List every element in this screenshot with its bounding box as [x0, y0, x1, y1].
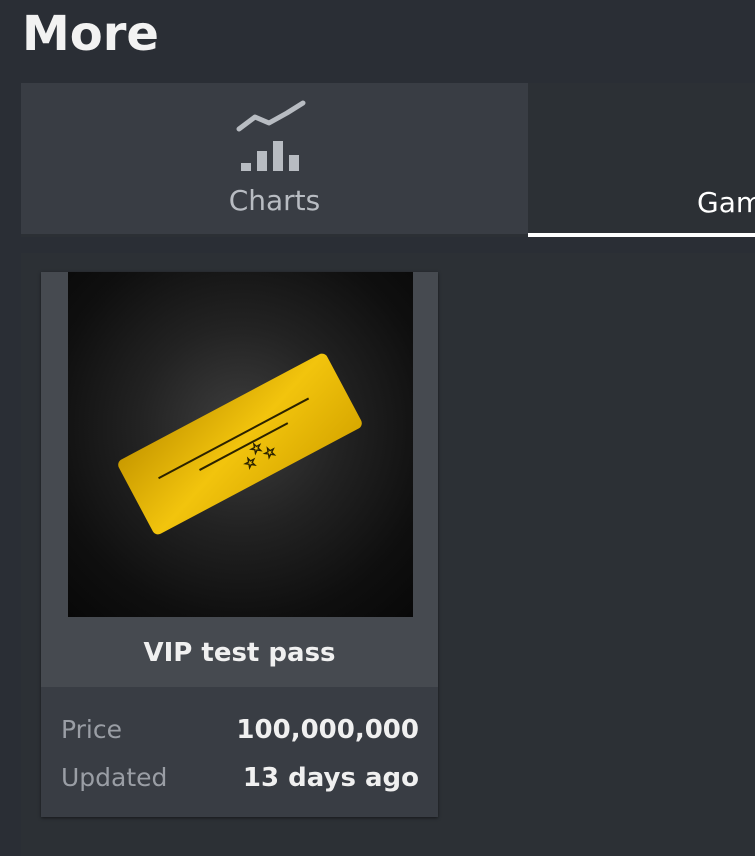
ticket-icon: ☆ ☆ ☆ [118, 353, 362, 535]
price-value: 100,000,000 [236, 715, 419, 745]
content-area: ☆ ☆ ☆ VIP test pass Price 100,000,000 Up… [21, 253, 755, 856]
gamepad-icon [743, 99, 755, 179]
updated-label: Updated [61, 763, 168, 792]
price-row: Price 100,000,000 [61, 710, 419, 750]
tab-charts-label: Charts [228, 184, 321, 217]
tab-selected-underline [528, 233, 755, 237]
tab-charts[interactable]: Charts [21, 83, 528, 234]
tab-games-label: Gam [697, 186, 755, 219]
tab-bar: Charts Gam [21, 83, 755, 237]
page: More Charts Gam ☆ ☆ ☆ VIP test pass Pric… [0, 0, 755, 856]
price-label: Price [61, 715, 122, 744]
page-title: More [22, 6, 159, 62]
item-stats: Price 100,000,000 Updated 13 days ago [41, 687, 438, 817]
updated-row: Updated 13 days ago [61, 758, 419, 798]
updated-value: 13 days ago [242, 763, 419, 793]
item-name: VIP test pass [143, 638, 336, 668]
chart-icon [236, 100, 305, 171]
tab-games[interactable]: Gam [528, 83, 755, 237]
item-image: ☆ ☆ ☆ [68, 272, 413, 617]
item-card[interactable]: ☆ ☆ ☆ VIP test pass Price 100,000,000 Up… [41, 272, 438, 817]
